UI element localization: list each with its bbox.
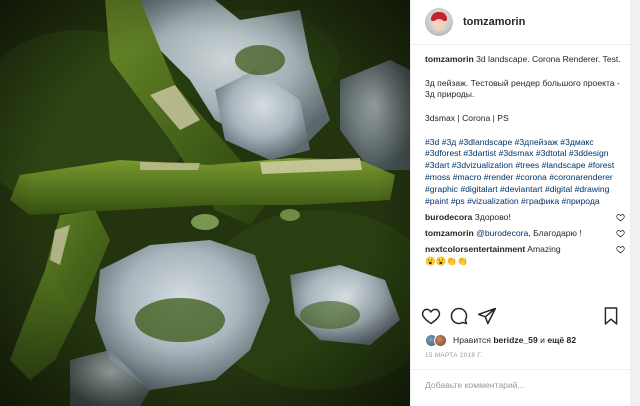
comment-text: Amazing <box>527 243 561 254</box>
likes-user[interactable]: beridze_59 <box>493 335 537 345</box>
hashtag-link[interactable]: #paint <box>425 196 448 206</box>
comment-username[interactable]: tomzamorin <box>425 228 474 238</box>
hashtag-link[interactable]: #render <box>484 172 514 182</box>
hashtag-link[interactable]: #forest <box>588 160 614 170</box>
post-actions <box>421 306 621 328</box>
hashtag-list: #3d #3д #3dlandscape #3дпейзаж #3дмакс #… <box>425 137 625 208</box>
hashtag-link[interactable]: #3дмакс <box>560 137 593 147</box>
bookmark-icon[interactable] <box>603 306 619 326</box>
hashtag-link[interactable]: #3dtotal <box>536 148 567 158</box>
comment-bubble-icon[interactable] <box>449 306 469 326</box>
likes-summary: Нравится beridze_59 и ещё 82 <box>425 333 625 347</box>
likes-more[interactable]: ещё 82 <box>547 335 576 345</box>
hashtag-link[interactable]: #trees <box>515 160 539 170</box>
comment-row: tomzamorin @burodecora, Благодарю ! <box>425 228 625 240</box>
likes-and: и <box>540 335 545 345</box>
share-plane-icon[interactable] <box>477 306 497 326</box>
hashtag-link[interactable]: #3ddesign <box>569 148 609 158</box>
heart-outline-icon[interactable] <box>616 229 625 238</box>
hashtag-link[interactable]: #digitalart <box>460 184 497 194</box>
hashtag-link[interactable]: #3дпейзаж <box>515 137 558 147</box>
caption-line-1: 3d landscape. Corona Renderer. Test. <box>476 54 621 64</box>
heart-outline-icon[interactable] <box>616 245 625 254</box>
add-comment-input[interactable] <box>425 378 621 392</box>
avatar[interactable] <box>425 8 453 36</box>
page-gutter <box>630 0 640 406</box>
caption-line-3: 3dsmax | Corona | PS <box>425 112 509 123</box>
landscape-render-image <box>0 0 410 406</box>
likes-prefix: Нравится <box>453 335 491 345</box>
post-photo[interactable] <box>0 0 410 406</box>
post-header: tomzamorin <box>411 0 631 44</box>
hashtag-link[interactable]: #3d <box>425 137 439 147</box>
comment-mention[interactable]: @burodecora <box>476 228 528 238</box>
hashtag-link[interactable]: #3dart <box>425 160 449 170</box>
heart-outline-icon[interactable] <box>616 213 625 222</box>
hashtag-link[interactable]: #3dsmax <box>499 148 534 158</box>
hashtag-link[interactable]: #moss <box>425 172 450 182</box>
comment-emoji: 😮😮👏👏 <box>425 255 468 266</box>
post-author-username[interactable]: tomzamorin <box>463 16 525 28</box>
hashtag-link[interactable]: #drawing <box>575 184 610 194</box>
header-divider <box>411 44 631 45</box>
hashtag-link[interactable]: #digital <box>545 184 572 194</box>
comment-row: nextcolorsentertainment Amazing 😮😮👏👏 <box>425 244 625 268</box>
comment-row: burodecora Здорово! <box>425 212 625 224</box>
hashtag-link[interactable]: #3dartist <box>463 148 496 158</box>
post-side-panel: tomzamorin tomzamorin 3d landscape. Coro… <box>410 0 631 406</box>
caption-username[interactable]: tomzamorin <box>425 54 474 64</box>
add-comment-divider <box>411 369 631 370</box>
hashtag-link[interactable]: #3д <box>442 137 457 147</box>
hashtag-link[interactable]: #coronarenderer <box>549 172 613 182</box>
hashtag-link[interactable]: #3dlandscape <box>459 137 513 147</box>
comment-text: Здорово! <box>474 212 511 223</box>
hashtag-link[interactable]: #3dforest <box>425 148 461 158</box>
hashtag-link[interactable]: #графика <box>521 196 559 206</box>
comment-username[interactable]: nextcolorsentertainment <box>425 244 525 254</box>
hashtag-link[interactable]: #landscape <box>542 160 586 170</box>
hashtag-link[interactable]: #vizualization <box>467 196 519 206</box>
hashtag-link[interactable]: #ps <box>451 196 465 206</box>
post-date: 15 МАРТА 2018 Г. <box>425 352 483 359</box>
hashtag-link[interactable]: #3dvizualization <box>452 160 513 170</box>
caption: tomzamorin 3d landscape. Corona Renderer… <box>425 54 625 66</box>
heart-outline-icon[interactable] <box>421 306 441 326</box>
comment-text: , Благодарю ! <box>528 228 582 239</box>
hashtag-link[interactable]: #corona <box>516 172 547 182</box>
comments-list: tomzamorin 3d landscape. Corona Renderer… <box>425 54 625 268</box>
hashtag-link[interactable]: #deviantart <box>500 184 543 194</box>
hashtag-link[interactable]: #природа <box>562 196 600 206</box>
caption-line-2: 3д пейзаж. Тестовый рендер большого прое… <box>425 77 620 100</box>
hashtag-link[interactable]: #graphic <box>425 184 458 194</box>
hashtag-link[interactable]: #macro <box>453 172 482 182</box>
comment-username[interactable]: burodecora <box>425 212 472 222</box>
liker-avatar <box>434 333 447 347</box>
